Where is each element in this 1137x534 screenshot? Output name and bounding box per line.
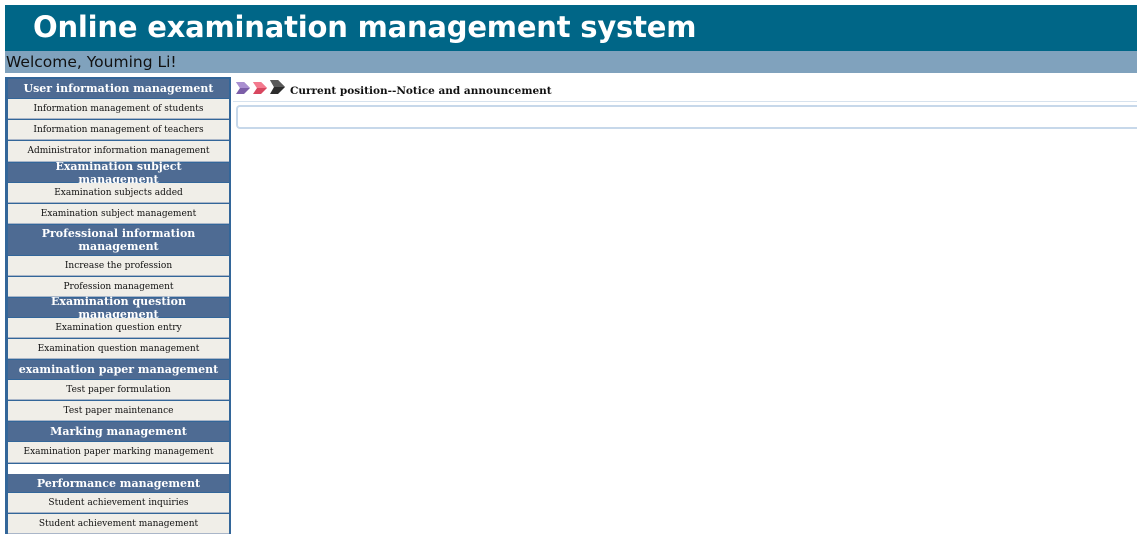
menu-item-paper-maintenance[interactable]: Test paper maintenance xyxy=(8,401,229,421)
welcome-bar: Welcome, Youming Li! xyxy=(5,51,1137,73)
app-title: Online examination management system xyxy=(33,10,697,44)
menu-item-question-management[interactable]: Examination question management xyxy=(8,339,229,359)
menu-category-exam-paper[interactable]: examination paper management xyxy=(8,360,229,379)
menu-item-paper-marking[interactable]: Examination paper marking management xyxy=(8,442,229,463)
menu-category-exam-subject[interactable]: Examination subject management xyxy=(8,160,229,186)
menu-item-students-info[interactable]: Information management of students xyxy=(8,99,229,119)
current-position-text: Current position--Notice and announcemen… xyxy=(290,85,552,97)
sidebar-menu: User information management Information … xyxy=(5,77,231,534)
arrow-icon-dark xyxy=(270,80,285,94)
menu-category-exam-question[interactable]: Examination question management xyxy=(8,295,229,321)
welcome-text: Welcome, Youming Li! xyxy=(6,53,177,71)
menu-item-achievement-inquiries[interactable]: Student achievement inquiries xyxy=(8,493,229,513)
menu-gap xyxy=(8,464,229,474)
menu-category-professional-info[interactable]: Professional information management xyxy=(8,225,229,255)
arrow-icon-purple xyxy=(236,82,250,94)
app-header: Online examination management system xyxy=(5,5,1137,51)
menu-category-user-info[interactable]: User information management xyxy=(8,79,229,98)
arrow-icon-pink xyxy=(253,82,267,94)
menu-item-subjects-added[interactable]: Examination subjects added xyxy=(8,183,229,203)
notice-panel xyxy=(236,105,1137,129)
menu-category-performance[interactable]: Performance management xyxy=(8,474,229,492)
breadcrumb: Current position--Notice and announcemen… xyxy=(233,76,1137,102)
menu-item-increase-profession[interactable]: Increase the profession xyxy=(8,256,229,276)
breadcrumb-arrows xyxy=(236,80,285,94)
menu-item-paper-formulation[interactable]: Test paper formulation xyxy=(8,380,229,400)
main-content: Current position--Notice and announcemen… xyxy=(233,76,1137,534)
menu-item-question-entry[interactable]: Examination question entry xyxy=(8,318,229,338)
menu-item-achievement-management[interactable]: Student achievement management xyxy=(8,514,229,534)
menu-category-marking[interactable]: Marking management xyxy=(8,422,229,441)
menu-item-subject-management[interactable]: Examination subject management xyxy=(8,204,229,224)
menu-item-teachers-info[interactable]: Information management of teachers xyxy=(8,120,229,140)
